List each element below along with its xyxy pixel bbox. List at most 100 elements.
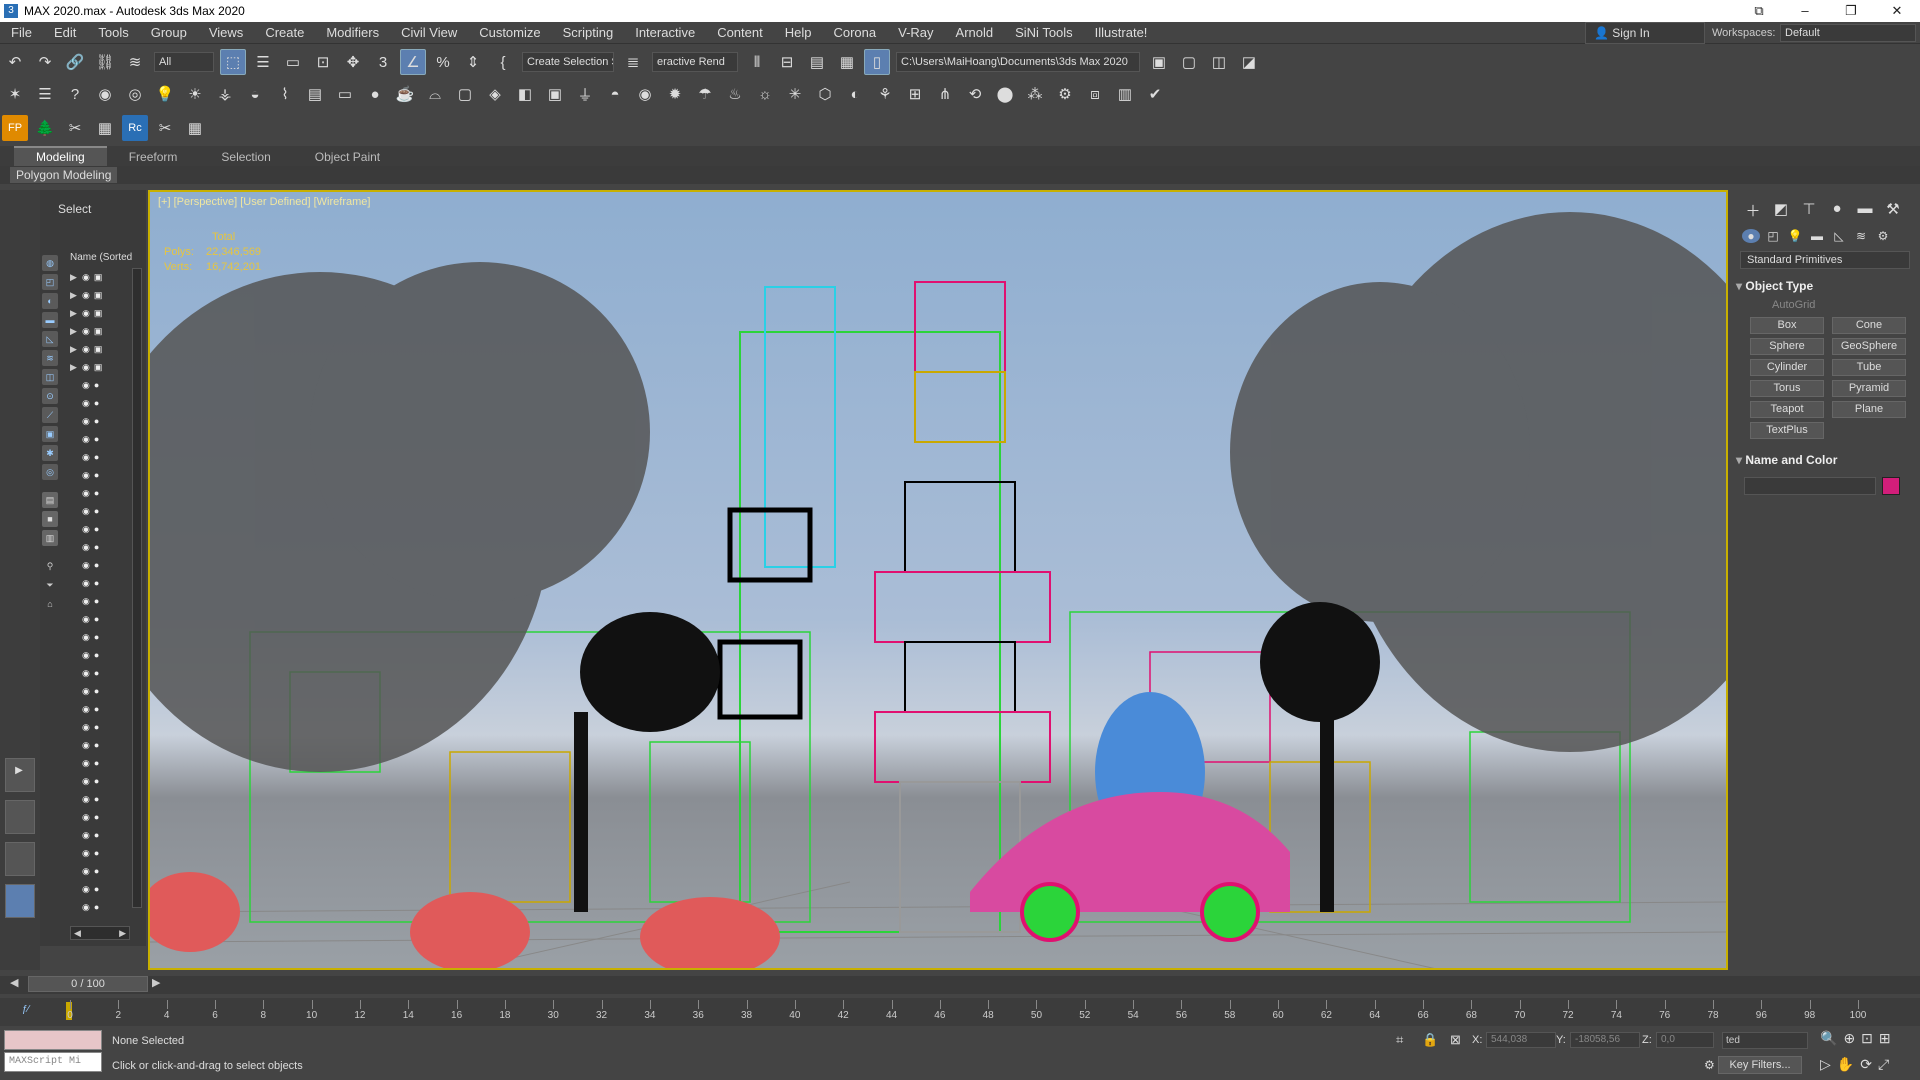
align-icon[interactable]: ⊟ xyxy=(774,49,800,75)
corona-light-icon[interactable]: ⏚ xyxy=(572,81,598,107)
corona-sunlight-icon[interactable]: ☼ xyxy=(752,81,778,107)
display-tab-icon[interactable]: ▬ xyxy=(1854,200,1876,221)
scene-object-row[interactable]: ▶ ◉ ▣ xyxy=(70,340,140,358)
display-influences-icon[interactable]: ■ xyxy=(42,511,58,527)
vray-decal-icon[interactable]: ⌓ xyxy=(422,81,448,107)
link-icon[interactable]: 🔗 xyxy=(62,49,88,75)
visibility-eye-icon[interactable]: ◉ xyxy=(82,470,90,481)
scene-object-row[interactable]: ◉ ● xyxy=(70,484,140,502)
object-name-field[interactable] xyxy=(1744,477,1876,495)
visibility-eye-icon[interactable]: ◉ xyxy=(82,722,90,733)
visibility-eye-icon[interactable]: ◉ xyxy=(82,398,90,409)
menu-civil-view[interactable]: Civil View xyxy=(390,22,468,44)
unlink-icon[interactable]: ⛓ xyxy=(92,49,118,75)
railclone-icon[interactable]: Rc xyxy=(122,115,148,141)
visibility-eye-icon[interactable]: ◉ xyxy=(82,902,90,913)
filter-hidden-icon[interactable]: ◎ xyxy=(42,464,58,480)
geosphere-button[interactable]: GeoSphere xyxy=(1832,338,1906,355)
geometry-icon[interactable]: ● xyxy=(1742,229,1760,243)
edit-named-selection-icon[interactable]: { xyxy=(490,49,516,75)
maxscript-listener-output[interactable] xyxy=(4,1030,102,1050)
motion-tab-icon[interactable]: ● xyxy=(1826,200,1848,221)
selected-set-dropdown[interactable]: ted xyxy=(1722,1032,1808,1049)
zoom-extents-icon[interactable]: ⊡ xyxy=(1861,1030,1873,1047)
expand-arrow-icon[interactable]: ▶ xyxy=(70,290,78,301)
window-crossing-icon[interactable]: ⊡ xyxy=(310,49,336,75)
corona-proxy-icon[interactable]: ⊞ xyxy=(902,81,928,107)
rendered-frame-icon[interactable]: ▢ xyxy=(1176,49,1202,75)
corona-material-icon[interactable]: ◐ xyxy=(842,81,868,107)
railclone-tools-icon[interactable]: ✂ xyxy=(152,115,178,141)
visibility-eye-icon[interactable]: ◉ xyxy=(82,794,90,805)
select-by-name-icon[interactable]: ☰ xyxy=(250,49,276,75)
lights-icon[interactable]: 💡 xyxy=(1786,229,1804,243)
tab-object-paint[interactable]: Object Paint xyxy=(293,148,402,166)
shapes-icon[interactable]: ◰ xyxy=(1764,229,1782,243)
filter-funnel-icon[interactable]: ⏷ xyxy=(42,577,58,593)
ies-light-icon[interactable]: ⚶ xyxy=(212,81,238,107)
zoom-icon[interactable]: 🔍 xyxy=(1820,1030,1837,1047)
scene-object-row[interactable]: ◉ ● xyxy=(70,682,140,700)
expand-arrow-icon[interactable]: ▶ xyxy=(70,272,78,283)
visibility-eye-icon[interactable]: ◉ xyxy=(82,776,90,787)
filter-frozen-icon[interactable]: ✱ xyxy=(42,445,58,461)
toggle-ribbon-icon[interactable]: ▦ xyxy=(834,49,860,75)
set-key-icon[interactable]: ⚙ xyxy=(1704,1058,1715,1072)
orbit-icon[interactable]: ⟳ xyxy=(1860,1056,1872,1073)
menu-tools[interactable]: Tools xyxy=(87,22,139,44)
maxscript-mini-listener[interactable]: MAXScript Mi xyxy=(4,1052,102,1072)
vray-frame-buffer-icon[interactable]: ▣ xyxy=(542,81,568,107)
visibility-eye-icon[interactable]: ◉ xyxy=(82,362,90,373)
visibility-eye-icon[interactable]: ◉ xyxy=(82,578,90,589)
scene-object-row[interactable]: ◉ ● xyxy=(70,718,140,736)
sphere-button[interactable]: Sphere xyxy=(1750,338,1824,355)
scene-object-row[interactable]: ◉ ● xyxy=(70,520,140,538)
select-move-icon[interactable]: ✥ xyxy=(340,49,366,75)
corona-hair-icon[interactable]: ⋔ xyxy=(932,81,958,107)
scene-object-row[interactable]: ▶ ◉ ▣ xyxy=(70,358,140,376)
vray-camera-icon[interactable]: ◉ xyxy=(92,81,118,107)
forest-list-icon[interactable]: ▦ xyxy=(92,115,118,141)
tab-modeling[interactable]: Modeling xyxy=(14,146,107,166)
scene-object-row[interactable]: ▶ ◉ ▣ xyxy=(70,304,140,322)
visibility-eye-icon[interactable]: ◉ xyxy=(82,668,90,679)
teapot-icon[interactable]: ☕ xyxy=(392,81,418,107)
scene-object-row[interactable]: ◉ ● xyxy=(70,610,140,628)
corona-scatter-icon[interactable]: ⚘ xyxy=(872,81,898,107)
menu-corona[interactable]: Corona xyxy=(822,22,887,44)
railclone-list-icon[interactable]: ▦ xyxy=(182,115,208,141)
isolate-selection-icon[interactable]: ⌗ xyxy=(1396,1032,1403,1048)
spinner-snap-icon[interactable]: ⇕ xyxy=(460,49,486,75)
snap-3d-icon[interactable]: 3 xyxy=(370,49,396,75)
filter-geometry-icon[interactable]: ◍ xyxy=(42,255,58,271)
vray-box-icon[interactable]: ▢ xyxy=(452,81,478,107)
layer-explorer-icon[interactable]: ▤ xyxy=(804,49,830,75)
sun-icon[interactable]: ☀ xyxy=(182,81,208,107)
filter-containers-icon[interactable]: ▣ xyxy=(42,426,58,442)
forest-tree-icon[interactable]: 🌲 xyxy=(32,115,58,141)
expand-arrow-icon[interactable]: ▶ xyxy=(70,326,78,337)
visibility-eye-icon[interactable]: ◉ xyxy=(82,596,90,607)
cone-button[interactable]: Cone xyxy=(1832,317,1906,334)
hierarchy-tab-icon[interactable]: ⊤ xyxy=(1798,200,1820,221)
play-icon[interactable]: ▷ xyxy=(1820,1056,1831,1073)
name-and-color-rollout[interactable]: Name and Color xyxy=(1736,453,1914,467)
scene-object-row[interactable]: ◉ ● xyxy=(70,754,140,772)
vray-sphere-icon[interactable]: ● xyxy=(362,81,388,107)
zoom-extents-all-icon[interactable]: ⊞ xyxy=(1879,1030,1891,1047)
visibility-eye-icon[interactable]: ◉ xyxy=(82,866,90,877)
display-children-icon[interactable]: ▤ xyxy=(42,492,58,508)
minimize-button[interactable]: – xyxy=(1782,0,1828,22)
scene-object-row[interactable]: ▶ ◉ ▣ xyxy=(70,286,140,304)
prev-frame-icon[interactable]: ◀ xyxy=(10,976,18,989)
corona-lamp-icon[interactable]: ☂ xyxy=(692,81,718,107)
render-setup-icon[interactable]: ▣ xyxy=(1146,49,1172,75)
selection-lock-icon[interactable]: 🔒 xyxy=(1422,1032,1438,1048)
z-coordinate-field[interactable]: 0,0 xyxy=(1656,1032,1714,1048)
pyramid-button[interactable]: Pyramid xyxy=(1832,380,1906,397)
select-object-icon[interactable]: ⬚ xyxy=(220,49,246,75)
percent-snap-icon[interactable]: % xyxy=(430,49,456,75)
filter-groups-icon[interactable]: ◫ xyxy=(42,369,58,385)
filter-layer-icon[interactable]: ⌂ xyxy=(42,596,58,612)
menu-help[interactable]: Help xyxy=(774,22,823,44)
